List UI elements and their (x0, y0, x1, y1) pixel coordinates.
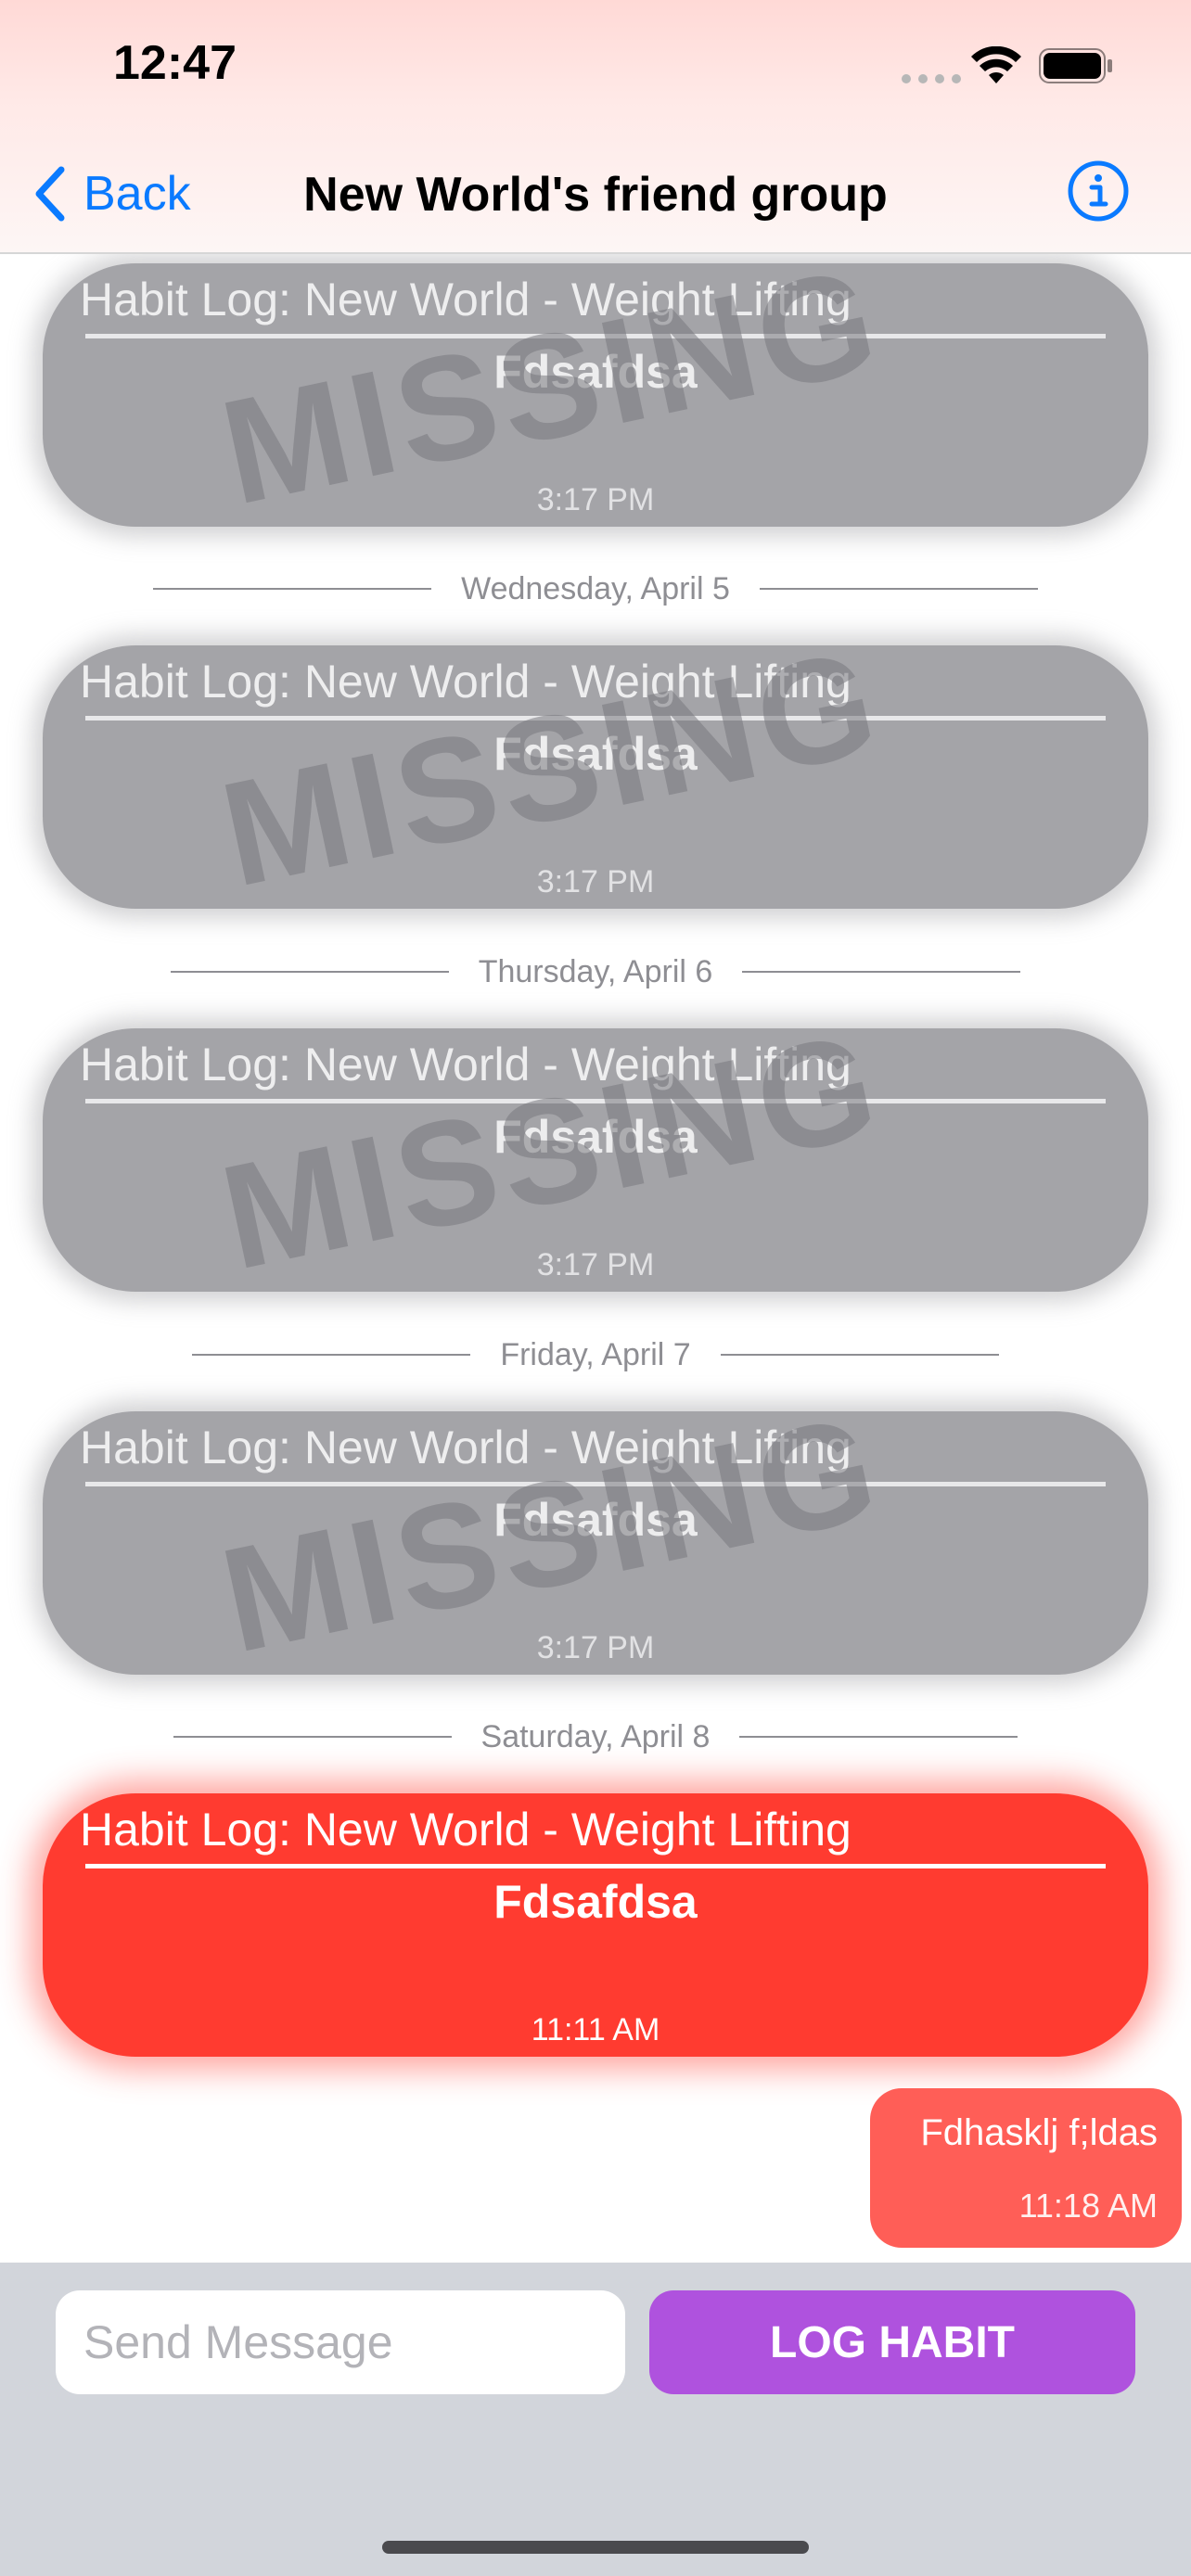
divider (153, 588, 432, 590)
battery-icon (1039, 48, 1112, 83)
status-time: 12:47 (113, 36, 237, 90)
divider (85, 716, 1106, 721)
habit-log-body: Fdsafdsa (493, 1876, 698, 1928)
message-time: 11:11 AM (531, 2012, 660, 2047)
habit-log-bubble-missing[interactable]: Habit Log: New World - Weight Lifting Fd… (43, 645, 1148, 909)
habit-log-bubble-missing[interactable]: Habit Log: New World - Weight Lifting Fd… (43, 1028, 1148, 1292)
divider (759, 588, 1038, 590)
divider (170, 971, 449, 973)
outgoing-message-bubble[interactable]: Fdhasklj f;ldas 11:18 AM (870, 2088, 1182, 2248)
date-separator: Wednesday, April 5 (0, 566, 1191, 612)
date-label: Saturday, April 8 (480, 1718, 711, 1754)
date-label: Thursday, April 6 (478, 953, 713, 989)
message-time: 3:17 PM (536, 482, 655, 517)
date-separator: Thursday, April 6 (0, 949, 1191, 995)
divider (85, 1482, 1106, 1486)
habit-log-title: Habit Log: New World - Weight Lifting (80, 656, 852, 708)
message-time: 3:17 PM (536, 864, 655, 899)
date-separator: Friday, April 7 (0, 1332, 1191, 1378)
divider (192, 1354, 471, 1356)
habit-log-title: Habit Log: New World - Weight Lifting (80, 1804, 852, 1855)
message-time: 3:17 PM (536, 1630, 655, 1665)
divider (742, 971, 1021, 973)
date-label: Friday, April 7 (500, 1336, 691, 1372)
date-label: Wednesday, April 5 (461, 570, 730, 606)
habit-log-body: Fdsafdsa (493, 728, 698, 780)
info-icon[interactable] (1067, 159, 1130, 223)
habit-log-bubble-missing[interactable]: Habit Log: New World - Weight Lifting Fd… (43, 263, 1148, 527)
habit-log-bubble-logged[interactable]: Habit Log: New World - Weight Lifting Fd… (43, 1793, 1148, 2057)
navigation-bar: Back New World's friend group (0, 139, 1191, 250)
divider (739, 1736, 1018, 1738)
log-habit-button[interactable]: LOG HABIT (649, 2290, 1135, 2394)
habit-log-title: Habit Log: New World - Weight Lifting (80, 1422, 852, 1473)
message-text: Fdhasklj f;ldas (920, 2112, 1158, 2153)
top-bar: 12:47 Back New World's friend group (0, 0, 1191, 254)
status-bar: 12:47 (0, 0, 1191, 130)
chat-screen: 12:47 Back New World's friend group Habi… (0, 0, 1191, 2576)
home-indicator[interactable] (382, 2541, 809, 2554)
send-message-input[interactable] (56, 2290, 625, 2394)
habit-log-title: Habit Log: New World - Weight Lifting (80, 1039, 852, 1090)
habit-log-body: Fdsafdsa (493, 1111, 698, 1163)
page-title: New World's friend group (303, 168, 888, 222)
habit-log-body: Fdsafdsa (493, 346, 698, 398)
date-separator: Saturday, April 8 (0, 1714, 1191, 1760)
divider (85, 334, 1106, 338)
habit-log-bubble-missing[interactable]: Habit Log: New World - Weight Lifting Fd… (43, 1411, 1148, 1675)
message-time: 11:18 AM (1018, 2187, 1158, 2225)
message-time: 3:17 PM (536, 1247, 655, 1282)
divider (720, 1354, 999, 1356)
habit-log-body: Fdsafdsa (493, 1494, 698, 1546)
divider (85, 1864, 1106, 1868)
divider (85, 1099, 1106, 1103)
message-list[interactable]: Habit Log: New World - Weight Lifting Fd… (0, 254, 1191, 2263)
message-composer: LOG HABIT (0, 2263, 1191, 2576)
divider (173, 1736, 452, 1738)
habit-log-title: Habit Log: New World - Weight Lifting (80, 274, 852, 325)
cellular-signal-icon (902, 74, 961, 83)
wifi-icon (971, 46, 1021, 83)
